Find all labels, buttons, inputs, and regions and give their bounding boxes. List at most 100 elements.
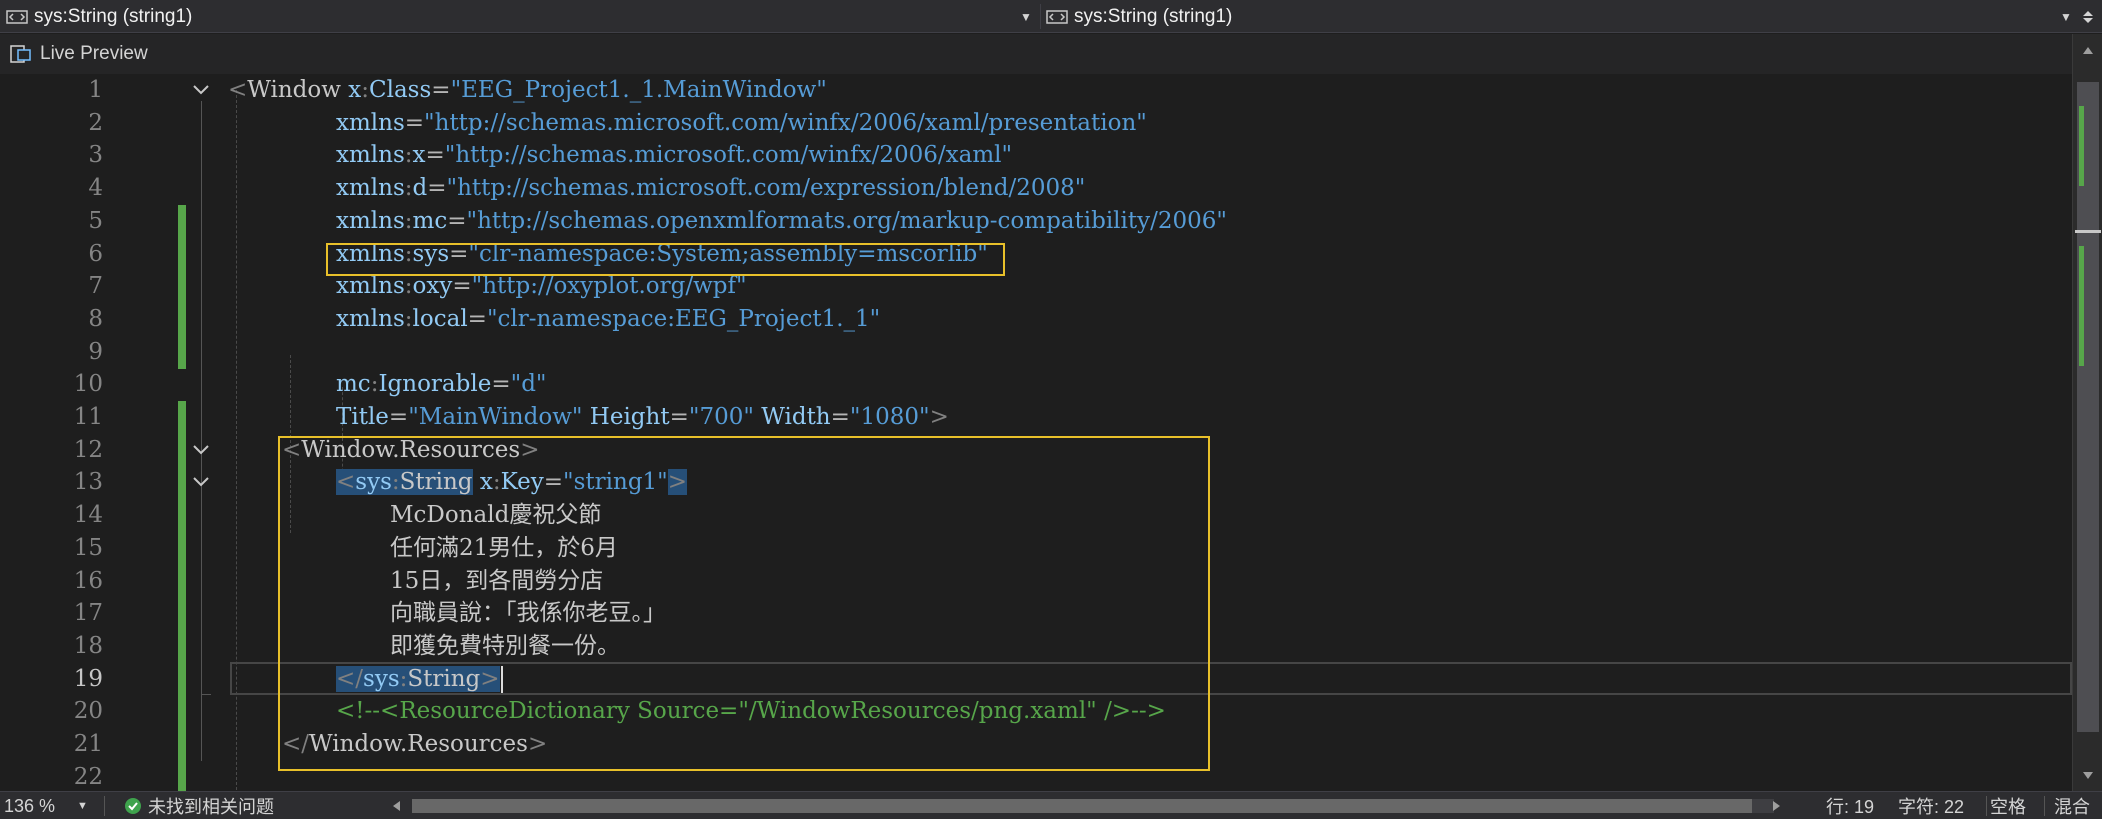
code-line[interactable]: 13 <sys:String x:Key="string1"> (0, 466, 2072, 500)
code-text: <sys:String x:Key="string1"> (336, 466, 688, 499)
scroll-up-icon[interactable] (2081, 44, 2095, 58)
code-token: "d" (510, 371, 547, 398)
code-token: Window.Resources (301, 436, 521, 463)
code-token: : (404, 207, 413, 234)
line-number: 12 (73, 436, 103, 463)
code-line[interactable]: 6 xmlns:sys="clr-namespace:System;assembl… (0, 237, 2072, 271)
split-editor-icon[interactable] (2080, 10, 2096, 24)
code-token: x (479, 469, 493, 496)
line-number: 3 (88, 142, 103, 169)
code-line[interactable]: 17 向職員說：「我係你老豆。」 (0, 597, 2072, 631)
code-line[interactable]: 16 15日，到各間勞分店 (0, 564, 2072, 598)
code-text: xmlns:d="http://schemas.microsoft.com/ex… (336, 172, 1085, 205)
code-line[interactable]: 19 </sys:String> (0, 662, 2072, 696)
code-token: : (404, 175, 413, 202)
code-token: sys (355, 469, 392, 496)
code-line[interactable]: 1 <Window x:Class="EEG_Project1._1.MainWi… (0, 74, 2072, 107)
code-line[interactable]: 11 Title="MainWindow" Height="700" Width=… (0, 401, 2072, 434)
code-token: "http://schemas.microsoft.com/winfx/2006… (424, 109, 1147, 136)
change-marker (178, 499, 186, 533)
horizontal-scrollbar[interactable] (412, 799, 1774, 813)
code-text: mc:Ignorable="d" (336, 368, 547, 401)
code-line[interactable]: 9 (0, 335, 2072, 369)
char-indicator[interactable]: 字符: 22 (1898, 792, 1964, 819)
change-marker (2079, 246, 2084, 366)
code-token: Class (369, 77, 432, 103)
change-marker (178, 629, 186, 663)
code-line[interactable]: 7 xmlns:oxy="http://oxyplot.org/wpf" (0, 270, 2072, 304)
code-line[interactable]: 18 即獲免費特別餐一份。 (0, 629, 2072, 663)
collapse-chevron-icon[interactable] (192, 443, 210, 457)
collapse-chevron-icon[interactable] (192, 475, 210, 489)
code-line[interactable]: 12 <Window.Resources> (0, 433, 2072, 467)
status-divider (1986, 796, 1987, 816)
line-number: 13 (73, 469, 103, 496)
code-token: Key (500, 469, 544, 496)
scroll-right-icon[interactable] (1770, 799, 1782, 813)
horizontal-scroll-thumb[interactable] (412, 799, 1752, 813)
code-token: "MainWindow" (408, 404, 583, 430)
code-token: McDonald慶祝父節 (390, 502, 602, 529)
code-line[interactable]: 4 xmlns:d="http://schemas.microsoft.com/e… (0, 172, 2072, 205)
code-line[interactable]: 15 任何滿21男仕，於6月 (0, 531, 2072, 565)
code-token: = (543, 469, 564, 496)
code-line[interactable]: 20 <!--<ResourceDictionary Source="/Windo… (0, 695, 2072, 729)
code-token: = (404, 109, 425, 136)
change-marker (178, 335, 186, 369)
code-token: "http://schemas.openxmlformats.org/marku… (466, 207, 1228, 234)
code-token: < (336, 469, 356, 496)
code-token: = (427, 175, 447, 202)
live-preview-button[interactable]: Live Preview (10, 43, 148, 65)
xaml-element-icon (1046, 9, 1068, 24)
code-line[interactable]: 3 xmlns:x="http://schemas.microsoft.com/w… (0, 139, 2072, 172)
code-line[interactable]: 14 McDonald慶祝父節 (0, 499, 2072, 533)
whitespace-indicator[interactable]: 空格 (1990, 792, 2026, 819)
code-text: </sys:String> (336, 663, 503, 696)
scroll-left-icon[interactable] (390, 799, 402, 813)
code-token: : (404, 142, 413, 169)
code-line[interactable]: 8 xmlns:local="clr-namespace:EEG_Project1… (0, 302, 2072, 336)
code-text: 即獲免費特別餐一份。 (390, 630, 620, 663)
code-token: = (447, 207, 467, 234)
line-number: 18 (73, 632, 103, 659)
type-members-dropdown[interactable]: sys:String (string1) ▼ (6, 0, 1036, 33)
code-token: : (391, 469, 400, 496)
live-preview-label: Live Preview (40, 43, 148, 64)
code-line[interactable]: 22 (0, 760, 2072, 791)
code-token: oxy (412, 273, 453, 300)
change-marker (178, 302, 186, 336)
chevron-down-icon: ▼ (1020, 10, 1032, 24)
navigation-bar: sys:String (string1) ▼ sys:String (strin… (0, 0, 2102, 33)
code-line[interactable]: 5 xmlns:mc="http://schemas.openxmlformats… (0, 204, 2072, 238)
code-token: Title (336, 404, 389, 430)
code-text: 任何滿21男仕，於6月 (390, 532, 618, 565)
code-token: > (480, 665, 500, 692)
zoom-dropdown[interactable]: 136 % ▼ (4, 792, 88, 819)
code-editor[interactable]: 1 <Window x:Class="EEG_Project1._1.MainWi… (0, 74, 2072, 791)
code-line[interactable]: 2 xmlns="http://schemas.microsoft.com/win… (0, 107, 2072, 140)
issues-indicator[interactable]: 未找到相关问题 (124, 792, 274, 819)
code-token: = (491, 371, 511, 398)
code-line[interactable]: 10 mc:Ignorable="d" (0, 368, 2072, 401)
vertical-scrollbar[interactable] (2072, 34, 2102, 791)
change-marker (178, 270, 186, 304)
type-members-label: sys:String (string1) (34, 5, 193, 27)
line-number: 14 (73, 502, 103, 529)
element-dropdown[interactable]: sys:String (string1) ▼ (1046, 0, 2080, 33)
code-line[interactable]: 21 </Window.Resources> (0, 728, 2072, 761)
line-ending-indicator[interactable]: 混合 (2054, 792, 2090, 819)
code-token: xmlns (336, 273, 405, 300)
line-number: 22 (73, 763, 103, 790)
code-token: "http://schemas.microsoft.com/expression… (446, 175, 1086, 202)
line-number: 9 (88, 338, 103, 365)
code-token: : (361, 77, 369, 103)
line-indicator[interactable]: 行: 19 (1826, 792, 1874, 819)
scroll-down-icon[interactable] (2081, 768, 2095, 782)
code-token: = (425, 142, 445, 169)
navbar-divider (1040, 4, 1041, 29)
collapse-chevron-icon[interactable] (192, 83, 210, 97)
line-number: 10 (73, 371, 103, 398)
code-token: = (388, 404, 409, 430)
line-number: 15 (73, 534, 103, 561)
